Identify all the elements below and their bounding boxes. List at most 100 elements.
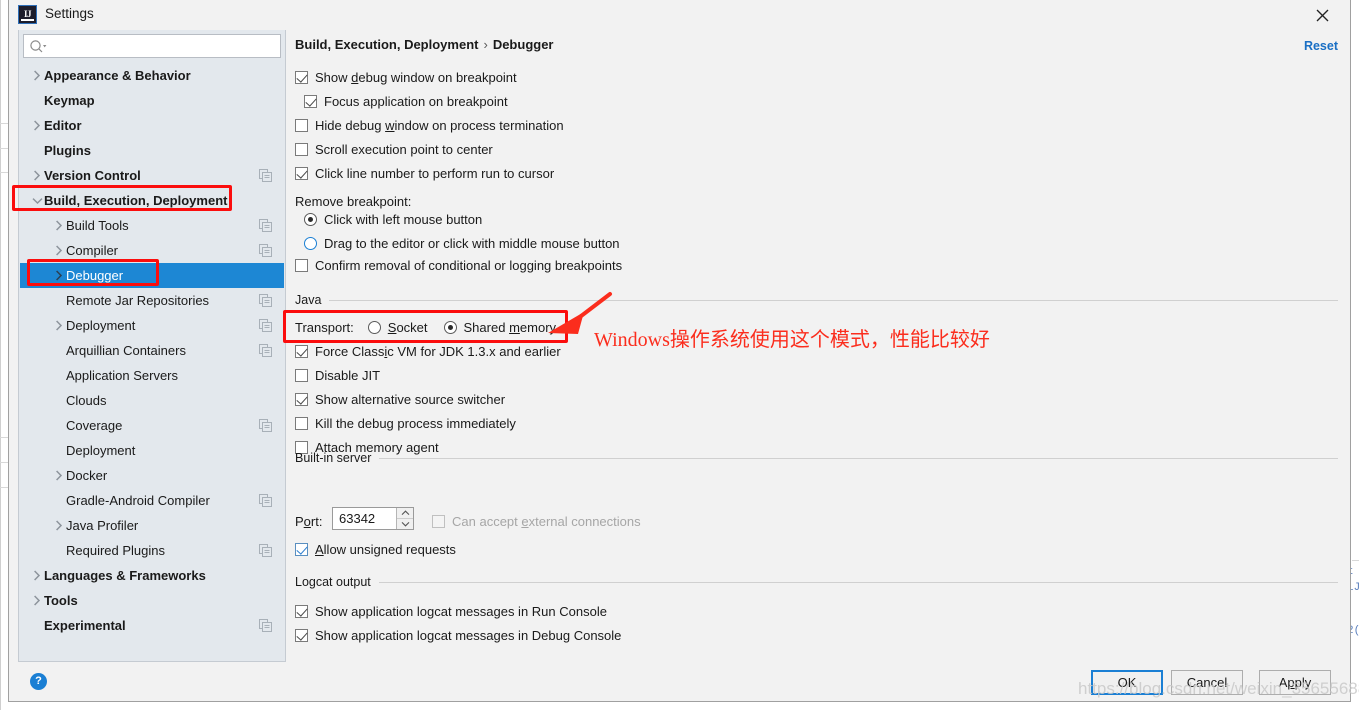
copy-settings-icon[interactable] — [259, 419, 272, 432]
debug-option-1-checkbox[interactable] — [304, 94, 317, 108]
sidebar-item-java-profiler[interactable]: Java Profiler — [20, 513, 284, 538]
chevron-right-icon[interactable] — [52, 263, 66, 288]
chevron-right-icon[interactable] — [30, 563, 44, 588]
debug-option-3-checkbox[interactable] — [295, 142, 308, 156]
help-icon[interactable]: ? — [30, 673, 47, 690]
sidebar-item-gradle-android-compiler[interactable]: Gradle-Android Compiler — [20, 488, 284, 513]
search-icon — [29, 39, 47, 55]
chevron-right-icon[interactable] — [52, 513, 66, 538]
allow-unsigned-label: Allow unsigned requests — [315, 541, 456, 557]
java-option-3-checkbox[interactable] — [295, 416, 308, 430]
allow-unsigned-row[interactable]: Allow unsigned requests — [295, 539, 456, 559]
debug-option-4-row[interactable]: Click line number to perform run to curs… — [295, 163, 554, 183]
chevron-right-icon[interactable] — [52, 213, 66, 238]
java-option-0-row[interactable]: Force Classic VM for JDK 1.3.x and earli… — [295, 341, 561, 361]
port-increment-icon[interactable] — [397, 508, 413, 519]
sidebar-item-editor[interactable]: Editor — [20, 113, 284, 138]
reset-link[interactable]: Reset — [1304, 39, 1338, 53]
java-option-3-row[interactable]: Kill the debug process immediately — [295, 413, 516, 433]
close-icon[interactable] — [1302, 2, 1342, 28]
chevron-down-icon[interactable] — [30, 188, 44, 213]
copy-settings-icon[interactable] — [259, 244, 272, 257]
search-input[interactable] — [50, 36, 278, 56]
sidebar-item-compiler[interactable]: Compiler — [20, 238, 284, 263]
java-option-3-label: Kill the debug process immediately — [315, 415, 516, 431]
remove-breakpoint-option-0-radio[interactable] — [304, 212, 317, 226]
search-box[interactable] — [23, 34, 281, 58]
copy-settings-icon[interactable] — [259, 619, 272, 632]
port-decrement-icon[interactable] — [397, 519, 413, 530]
transport-shared-memory-radio[interactable] — [443, 320, 457, 334]
copy-settings-icon[interactable] — [259, 494, 272, 507]
sidebar-item-label: Deployment — [66, 443, 136, 458]
apply-button[interactable]: Ap ply — [1259, 670, 1331, 695]
sidebar-item-tools[interactable]: Tools — [20, 588, 284, 613]
sidebar-item-keymap[interactable]: Keymap — [20, 88, 284, 113]
java-option-1-checkbox[interactable] — [295, 368, 308, 382]
sidebar-item-build-execution-deployment[interactable]: Build, Execution, Deployment — [20, 188, 284, 213]
sidebar-item-arquillian-containers[interactable]: Arquillian Containers — [20, 338, 284, 363]
sidebar-item-clouds[interactable]: Clouds — [20, 388, 284, 413]
copy-settings-icon[interactable] — [259, 319, 272, 332]
remove-breakpoint-option-0-row[interactable]: Click with left mouse button — [304, 209, 482, 229]
chevron-right-icon[interactable] — [52, 238, 66, 263]
copy-settings-icon[interactable] — [259, 169, 272, 182]
sidebar-item-application-servers[interactable]: Application Servers — [20, 363, 284, 388]
sidebar-item-version-control[interactable]: Version Control — [20, 163, 284, 188]
sidebar-item-languages-frameworks[interactable]: Languages & Frameworks — [20, 563, 284, 588]
sidebar-item-deployment[interactable]: Deployment — [20, 313, 284, 338]
logcat-option-1-checkbox[interactable] — [295, 628, 308, 642]
debug-option-3-row[interactable]: Scroll execution point to center — [295, 139, 493, 159]
java-option-2-checkbox[interactable] — [295, 392, 308, 406]
sidebar-item-plugins[interactable]: Plugins — [20, 138, 284, 163]
debug-option-4-checkbox[interactable] — [295, 166, 308, 180]
debug-option-0-row[interactable]: Show debug window on breakpoint — [295, 67, 517, 87]
confirm-removal-checkbox-row[interactable]: Confirm removal of conditional or loggin… — [295, 255, 622, 275]
sidebar-item-required-plugins[interactable]: Required Plugins — [20, 538, 284, 563]
sidebar-item-experimental[interactable]: Experimental — [20, 613, 284, 638]
debug-option-0-checkbox[interactable] — [295, 70, 308, 84]
port-spinner[interactable] — [332, 507, 414, 530]
sidebar-item-remote-jar-repositories[interactable]: Remote Jar Repositories — [20, 288, 284, 313]
remove-breakpoint-option-1-radio[interactable] — [304, 236, 317, 250]
transport-socket-radio[interactable] — [367, 320, 381, 334]
debug-option-1-row[interactable]: Focus application on breakpoint — [304, 91, 508, 111]
java-option-0-checkbox[interactable] — [295, 344, 308, 358]
sidebar-item-coverage[interactable]: Coverage — [20, 413, 284, 438]
confirm-removal-checkbox[interactable] — [295, 258, 308, 272]
copy-settings-icon[interactable] — [259, 294, 272, 307]
allow-unsigned-checkbox[interactable] — [295, 542, 308, 556]
logcat-option-0-row[interactable]: Show application logcat messages in Run … — [295, 601, 607, 621]
port-input[interactable] — [333, 508, 396, 529]
copy-settings-icon[interactable] — [259, 344, 272, 357]
chevron-right-icon[interactable] — [52, 463, 66, 488]
copy-settings-icon[interactable] — [259, 544, 272, 557]
logcat-option-1-row[interactable]: Show application logcat messages in Debu… — [295, 625, 621, 645]
chevron-right-icon[interactable] — [52, 313, 66, 338]
chevron-right-icon[interactable] — [30, 63, 44, 88]
chevron-right-icon[interactable] — [30, 113, 44, 138]
debug-option-2-row[interactable]: Hide debug window on process termination — [295, 115, 564, 135]
copy-settings-icon[interactable] — [259, 219, 272, 232]
port-spinner-buttons[interactable] — [396, 508, 413, 529]
debug-option-2-checkbox[interactable] — [295, 118, 308, 132]
remove-breakpoint-option-1-row[interactable]: Drag to the editor or click with middle … — [304, 233, 620, 253]
sidebar-item-appearance-behavior[interactable]: Appearance & Behavior — [20, 63, 284, 88]
chevron-right-icon[interactable] — [30, 588, 44, 613]
logcat-option-0-checkbox[interactable] — [295, 604, 308, 618]
ok-button[interactable]: OK — [1091, 670, 1163, 695]
sidebar-item-build-tools[interactable]: Build Tools — [20, 213, 284, 238]
breadcrumb-leaf: Debugger — [492, 37, 554, 52]
java-option-1-row[interactable]: Disable JIT — [295, 365, 380, 385]
java-option-2-row[interactable]: Show alternative source switcher — [295, 389, 505, 409]
sidebar-item-deployment[interactable]: Deployment — [20, 438, 284, 463]
cancel-button[interactable]: Cancel — [1171, 670, 1243, 695]
external-connections-row[interactable]: Can accept external connections — [432, 511, 641, 531]
external-connections-checkbox[interactable] — [432, 514, 445, 528]
chevron-right-icon[interactable] — [30, 163, 44, 188]
sidebar-item-debugger[interactable]: Debugger — [20, 263, 284, 288]
remove-breakpoint-option-0-label: Click with left mouse button — [324, 211, 483, 227]
port-label-row: Port: — [295, 511, 322, 531]
sidebar-item-docker[interactable]: Docker — [20, 463, 284, 488]
